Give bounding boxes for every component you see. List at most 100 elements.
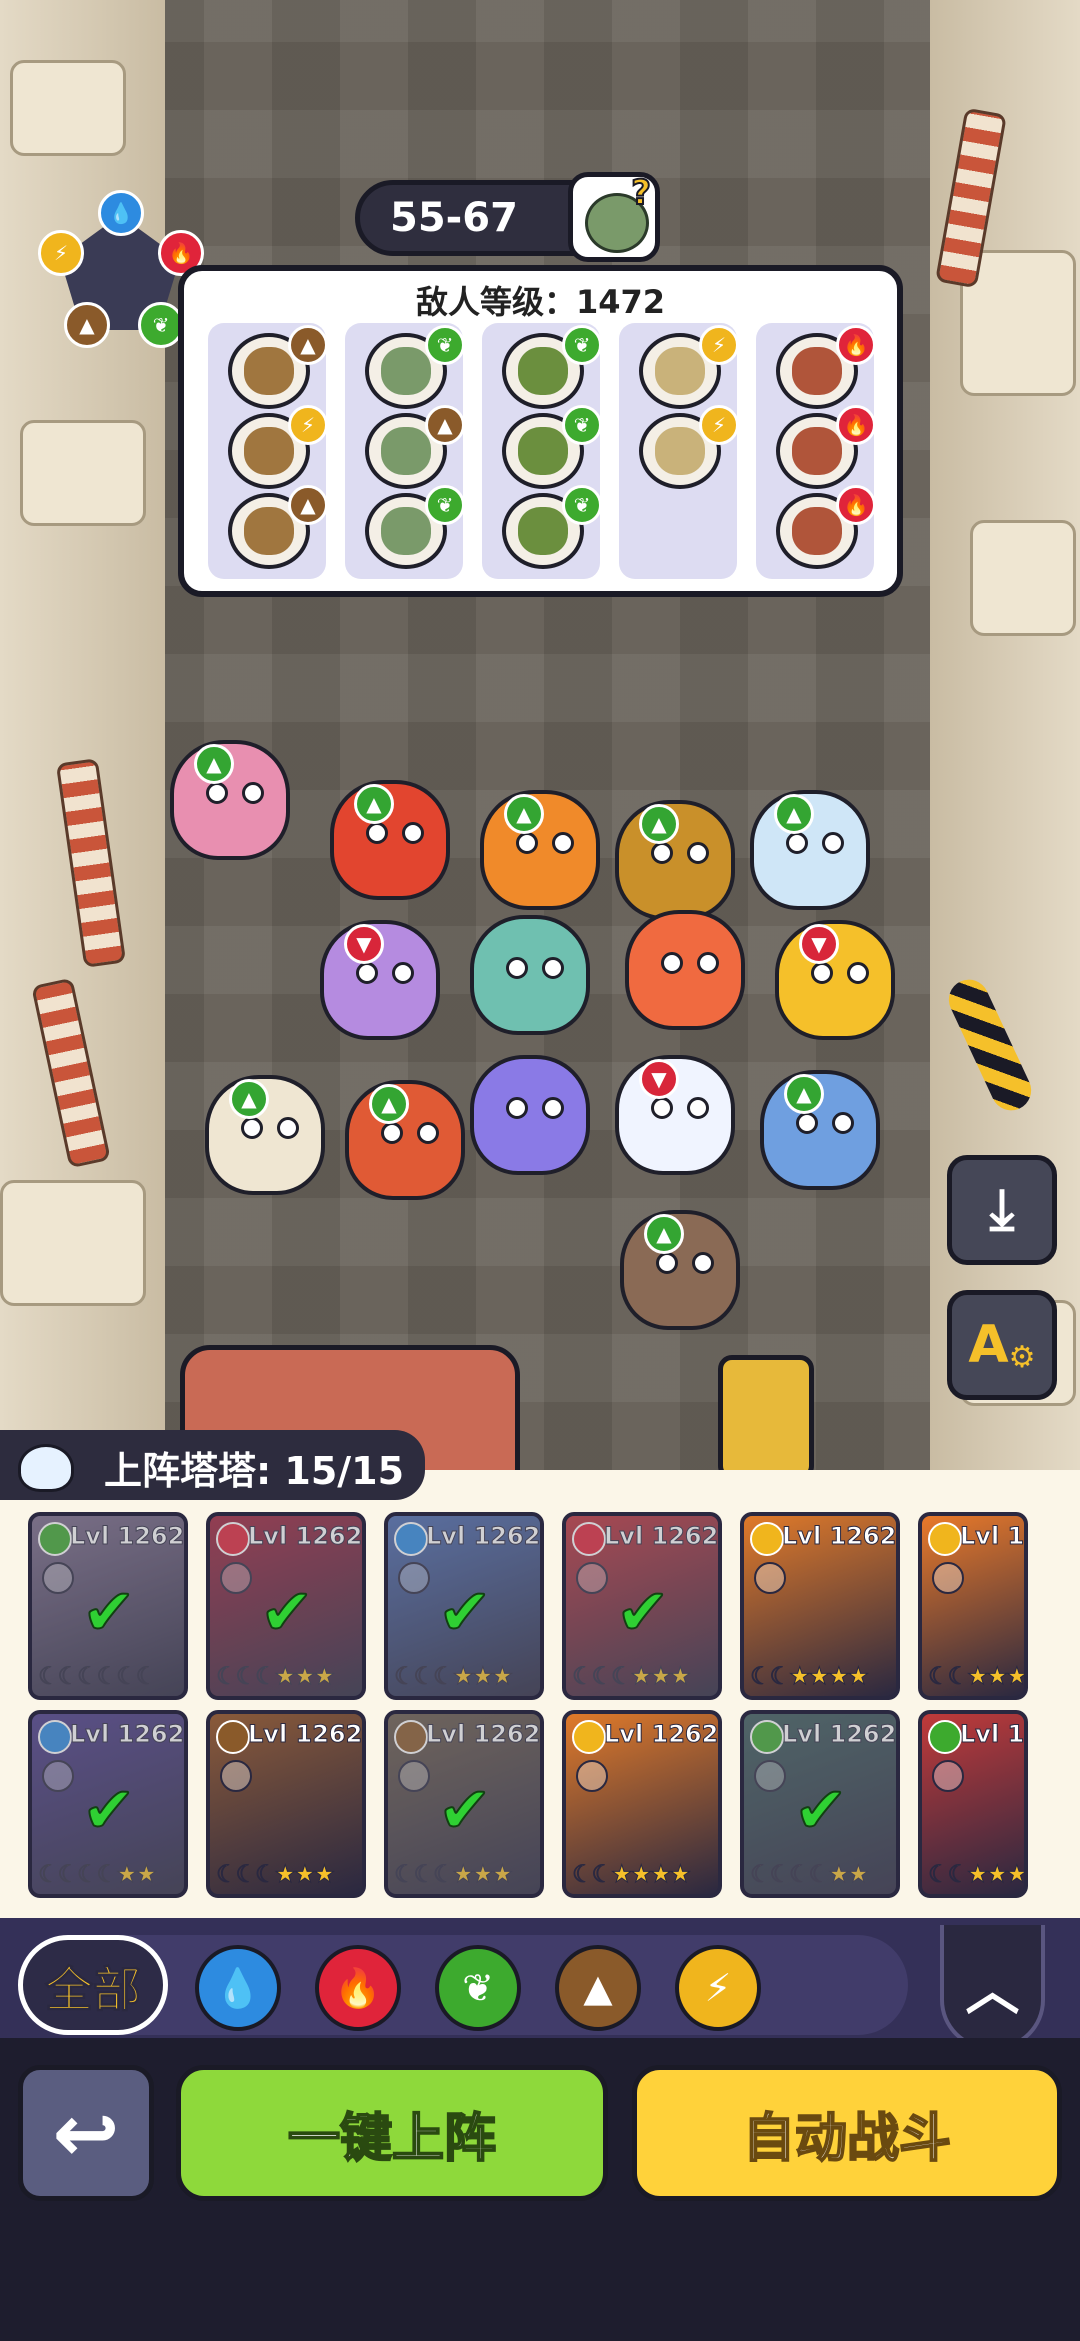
eye-right: [687, 1097, 709, 1119]
mountain-icon: [394, 1720, 428, 1754]
hero-card[interactable]: Lvl 1262 ☾☾☾☾☾☾ ✔: [28, 1512, 188, 1700]
eye-left: [651, 1097, 673, 1119]
hero-card-stars: ☾☾★★★: [928, 1662, 1026, 1691]
fire-icon: [572, 1522, 606, 1556]
question-mark-icon: ?: [630, 172, 652, 214]
hero-card[interactable]: Lvl 1262 ☾☾☾★★★ ✔: [384, 1512, 544, 1700]
lightning-icon: ⚡: [699, 405, 739, 445]
eye-right: [552, 832, 574, 854]
leaf-icon: [38, 1522, 72, 1556]
hero-card[interactable]: Lvl 1262 ☾☾☾☾★★ ✔: [740, 1710, 900, 1898]
water-icon: 💧: [98, 190, 144, 236]
eye-right: [402, 822, 424, 844]
hero-unit[interactable]: ▲: [330, 780, 450, 900]
hero-card-stars: ☾☾☾☾★★: [749, 1860, 869, 1889]
hero-card[interactable]: Lvl 1262 ☾☾☾★★★ ✔: [384, 1710, 544, 1898]
one-click-deploy-button[interactable]: 一键上阵: [176, 2065, 608, 2201]
thumbs-down-icon: ▼: [344, 924, 384, 964]
enemy-portrait: ❦: [365, 325, 465, 409]
hero-card-level: Lvl 1262: [425, 1720, 541, 1749]
enemy-portrait: 🔥: [776, 485, 876, 569]
hero-card-level: Lvl 1262: [69, 1720, 185, 1749]
eye-left: [651, 842, 673, 864]
eye-left: [786, 832, 808, 854]
hero-unit[interactable]: [625, 910, 745, 1030]
thumbs-down-icon: ▼: [799, 924, 839, 964]
mountain-icon: ▲: [288, 325, 328, 365]
roster-header: 上阵塔塔: 15/15: [0, 1430, 425, 1500]
hero-card[interactable]: Lvl 1262 ☾☾★★★★: [562, 1710, 722, 1898]
role-icon: [42, 1760, 74, 1792]
eye-left: [506, 957, 528, 979]
hero-unit[interactable]: ▲: [760, 1070, 880, 1190]
hero-card[interactable]: Lvl 12 ☾☾★★★: [918, 1512, 1028, 1700]
hero-unit[interactable]: ▼: [320, 920, 440, 1040]
enemy-portrait: ▲: [365, 405, 465, 489]
enemy-column: ❦ ▲ ❦: [345, 323, 465, 579]
leaf-icon: ❦: [562, 325, 602, 365]
boss-preview-icon[interactable]: ?: [568, 172, 660, 262]
hero-card[interactable]: Lvl 1262 ☾☾☾★★★ ✔: [206, 1512, 366, 1700]
hero-unit[interactable]: ▲: [205, 1075, 325, 1195]
leaf-icon: [750, 1720, 784, 1754]
hero-unit[interactable]: [470, 1055, 590, 1175]
enemy-sprite: [518, 507, 568, 555]
filter-water-button[interactable]: 💧: [195, 1945, 281, 2031]
hero-card[interactable]: Lvl 12 ☾☾★★★: [918, 1710, 1028, 1898]
fire-icon: [216, 1522, 250, 1556]
auto-text-icon: A: [968, 1315, 1009, 1375]
hero-card[interactable]: Lvl 1262 ☾☾★★★★: [740, 1512, 900, 1700]
filter-fire-button[interactable]: 🔥: [315, 1945, 401, 2031]
auto-battle-button[interactable]: 自动战斗: [632, 2065, 1062, 2201]
hero-card[interactable]: Lvl 1262 ☾☾☾★★★ ✔: [562, 1512, 722, 1700]
hero-unit[interactable]: ▲: [615, 800, 735, 920]
hero-card-stars: ☾☾★★★★: [749, 1662, 869, 1691]
hero-card[interactable]: Lvl 1262 ☾☾☾★★★: [206, 1710, 366, 1898]
role-icon: [576, 1760, 608, 1792]
filter-all-button[interactable]: 全部: [18, 1935, 168, 2035]
eye-left: [241, 1117, 263, 1139]
hero-unit[interactable]: ▲: [480, 790, 600, 910]
thumbs-up-icon: ▲: [504, 794, 544, 834]
eye-right: [542, 957, 564, 979]
hero-unit[interactable]: ▲: [170, 740, 290, 860]
eye-right: [692, 1252, 714, 1274]
collapse-panel-button[interactable]: ︿: [940, 1925, 1045, 2050]
filter-light-button[interactable]: ⚡: [675, 1945, 761, 2031]
hero-roster-panel: Lvl 1262 ☾☾☾☾☾☾ ✔ Lvl 1262 ☾☾☾★★★ ✔ Lvl 1262 ☾☾…: [0, 1470, 1080, 1918]
hero-card-stars: ☾☾★★★: [928, 1860, 1026, 1889]
hero-unit[interactable]: [470, 915, 590, 1035]
filter-earth-button[interactable]: ▲: [555, 1945, 641, 2031]
enemy-sprite: [518, 427, 568, 475]
hero-card[interactable]: Lvl 1262 ☾☾☾☾★★ ✔: [28, 1710, 188, 1898]
hero-unit[interactable]: ▼: [775, 920, 895, 1040]
leaf-icon: [928, 1720, 962, 1754]
back-button[interactable]: ↩: [18, 2065, 154, 2201]
hero-unit[interactable]: ▲: [750, 790, 870, 910]
checkmark-icon: ✔: [81, 1773, 137, 1849]
enemy-portrait: 🔥: [776, 325, 876, 409]
stone-block: [10, 60, 126, 156]
lightning-icon: [750, 1522, 784, 1556]
eye-left: [656, 1252, 678, 1274]
wave-label: 55-67: [390, 195, 518, 241]
enemy-portrait: ⚡: [639, 405, 739, 489]
hero-unit[interactable]: ▼: [615, 1055, 735, 1175]
checkmark-icon: ✔: [437, 1575, 493, 1651]
thumbs-up-icon: ▲: [644, 1214, 684, 1254]
lightning-icon: ⚡: [699, 325, 739, 365]
import-formation-button[interactable]: ⤓: [947, 1155, 1057, 1265]
hero-card-level: Lvl 1262: [781, 1720, 897, 1749]
enemy-preview-panel: 敌人等级：1472 ▲ ⚡ ▲ ❦ ▲ ❦ ❦ ❦ ❦ ⚡ ⚡ 🔥 🔥 🔥: [178, 265, 903, 597]
water-icon: [38, 1720, 72, 1754]
leaf-icon: ❦: [462, 1966, 494, 2010]
auto-settings-button[interactable]: A ⚙: [947, 1290, 1057, 1400]
hero-unit[interactable]: ▲: [620, 1210, 740, 1330]
fire-icon: 🔥: [836, 485, 876, 525]
eye-left: [661, 952, 683, 974]
hero-card-stars: ☾☾☾★★★: [215, 1860, 335, 1889]
filter-nature-button[interactable]: ❦: [435, 1945, 521, 2031]
hero-unit[interactable]: ▲: [345, 1080, 465, 1200]
role-icon: [398, 1562, 430, 1594]
thumbs-up-icon: ▲: [639, 804, 679, 844]
